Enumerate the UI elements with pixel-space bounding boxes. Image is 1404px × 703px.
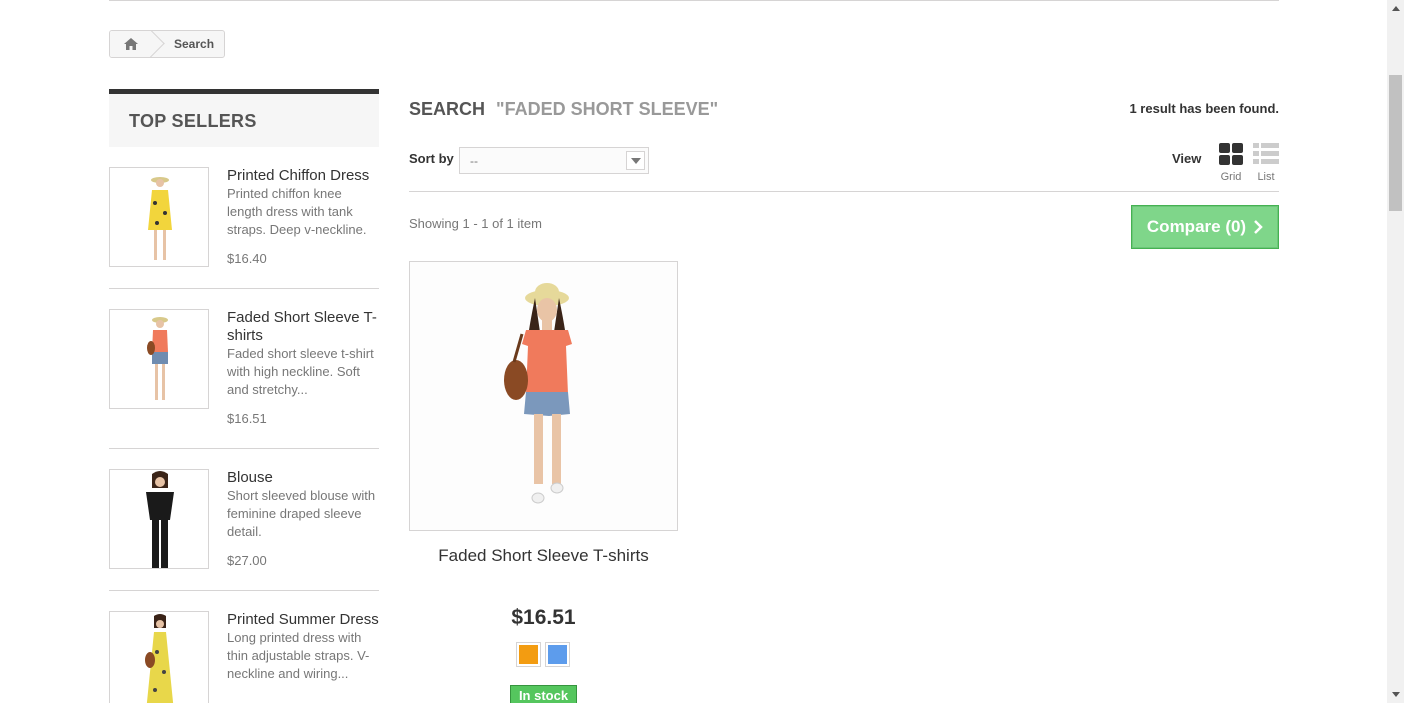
product-thumbnail[interactable]	[109, 469, 209, 569]
product-thumbnail[interactable]	[109, 611, 209, 703]
view-list-button[interactable]: List	[1252, 143, 1280, 183]
top-seller-price: $16.51	[227, 411, 267, 426]
top-divider	[109, 0, 1279, 1]
chevron-right-icon	[1254, 220, 1263, 234]
scroll-down-icon[interactable]	[1387, 686, 1404, 703]
grid-icon	[1219, 143, 1243, 165]
search-term: "FADED SHORT SLEEVE"	[496, 99, 719, 119]
sort-selected-value: --	[470, 154, 478, 168]
top-seller-desc: Printed chiffon knee length dress with t…	[227, 186, 367, 237]
breadcrumb: Search	[109, 30, 226, 58]
list-label: List	[1257, 171, 1275, 183]
product-thumbnail[interactable]	[109, 309, 209, 409]
scrollbar[interactable]	[1387, 0, 1404, 703]
top-seller-name[interactable]: Printed Chiffon Dress	[227, 167, 379, 185]
top-seller-price: $27.00	[227, 553, 267, 568]
scrollbar-thumb[interactable]	[1389, 75, 1402, 211]
chevron-down-icon[interactable]	[626, 151, 645, 170]
top-seller-desc: Faded short sleeve t-shirt with high nec…	[227, 346, 374, 397]
product-price: $16.51	[511, 606, 576, 629]
divider	[109, 590, 379, 591]
top-sellers-header: TOP SELLERS	[109, 89, 379, 147]
divider	[109, 448, 379, 449]
view-label: View	[1172, 151, 1202, 166]
divider	[409, 191, 1279, 192]
top-seller-desc: Short sleeved blouse with feminine drape…	[227, 488, 376, 539]
top-seller-name[interactable]: Faded Short Sleeve T-shirts	[227, 309, 379, 345]
color-swatch-blue[interactable]	[545, 642, 570, 667]
divider	[109, 288, 379, 289]
top-seller-price: $16.40	[227, 251, 267, 266]
top-seller-desc: Long printed dress with thin adjustable …	[227, 630, 370, 681]
scroll-up-icon[interactable]	[1387, 0, 1404, 17]
product-thumbnail[interactable]	[109, 167, 209, 267]
showing-count: Showing 1 - 1 of 1 item	[409, 216, 542, 231]
search-label: SEARCH	[409, 99, 486, 119]
stock-badge: In stock	[510, 685, 577, 703]
breadcrumb-home[interactable]	[110, 31, 152, 57]
home-icon	[124, 38, 138, 50]
sort-select[interactable]: --	[459, 147, 649, 174]
list-icon	[1253, 143, 1279, 164]
sort-label: Sort by	[409, 151, 454, 166]
grid-label: Grid	[1220, 171, 1242, 183]
product-image[interactable]	[409, 261, 678, 531]
top-sellers-title: TOP SELLERS	[129, 111, 257, 131]
top-seller-name[interactable]: Printed Summer Dress	[227, 611, 379, 629]
page-title: SEARCH "FADED SHORT SLEEVE"	[409, 99, 718, 120]
compare-button[interactable]: Compare (0)	[1131, 205, 1279, 249]
color-swatches	[516, 642, 570, 667]
color-swatch-orange[interactable]	[516, 642, 541, 667]
compare-label: Compare (0)	[1146, 217, 1247, 236]
product-name[interactable]: Faded Short Sleeve T-shirts	[409, 546, 678, 566]
top-seller-name[interactable]: Blouse	[227, 469, 379, 487]
result-count: 1 result has been found.	[1129, 101, 1279, 116]
view-grid-button[interactable]: Grid	[1217, 143, 1245, 183]
